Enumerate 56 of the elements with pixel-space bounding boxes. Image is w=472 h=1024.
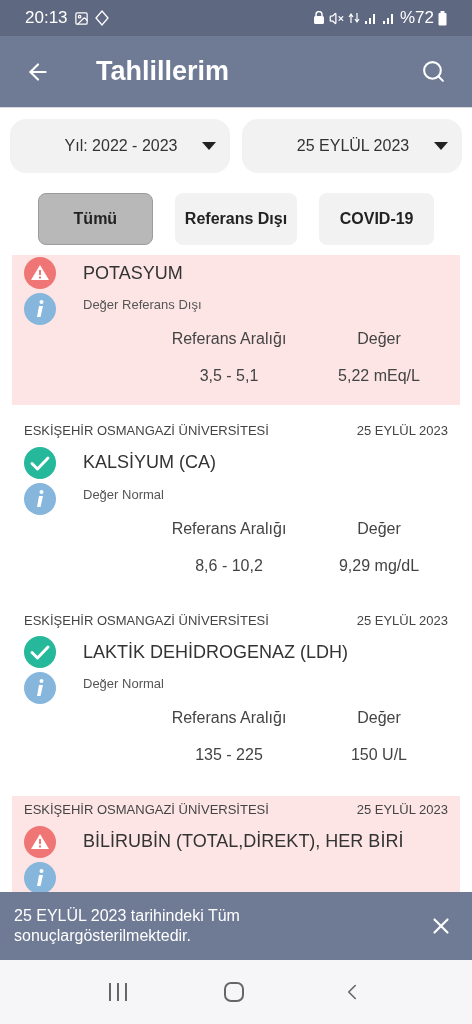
info-icon[interactable] — [24, 672, 56, 704]
reference-range: 8,6 - 10,2 — [194, 555, 264, 576]
result-value: 5,22 mEq/L — [337, 366, 421, 386]
lock-icon — [312, 11, 325, 25]
home-icon[interactable] — [223, 981, 245, 1003]
reference-range: 135 - 225 — [194, 745, 264, 765]
recent-apps-icon[interactable] — [107, 981, 129, 1003]
result-status: Değer Normal — [83, 675, 165, 694]
result-status: Değer Referans Dışı — [83, 296, 203, 315]
column-header: Referans Aralığı — [170, 329, 288, 349]
image-icon — [73, 10, 89, 26]
institution-name: ESKİŞEHİR OSMANGAZİ ÜNİVERSİTESİ — [24, 801, 269, 819]
signal-icon — [381, 12, 396, 24]
column-header: Referans Aralığı — [170, 518, 288, 539]
filter-tab[interactable]: COVID-19 — [319, 193, 435, 245]
column-header: Değer — [356, 329, 402, 349]
test-name: LAKTİK DEHİDROGENAZ (LDH) — [83, 640, 350, 664]
test-name: KALSİYUM (CA) — [83, 451, 218, 474]
test-name: POTASYUM — [83, 261, 184, 285]
warning-icon — [24, 825, 56, 858]
result-value: 9,29 mg/dL — [337, 555, 421, 576]
result-value: 150 U/L — [349, 745, 408, 765]
info-icon[interactable] — [24, 482, 56, 515]
warning-icon — [24, 257, 56, 289]
institution-name: ESKİŞEHİR OSMANGAZİ ÜNİVERSİTESİ — [24, 611, 269, 630]
dropdown-caret-icon — [202, 142, 216, 150]
column-header: Değer — [356, 518, 402, 539]
screen-title: Tahlillerim — [96, 55, 231, 89]
mute-icon — [328, 10, 344, 26]
test-name: BİLİRUBİN (TOTAL,DİREKT), HER BİRİ — [83, 830, 405, 853]
reference-range: 3,5 - 5,1 — [198, 366, 260, 386]
check-icon — [24, 446, 56, 479]
battery-icon — [438, 10, 447, 26]
clock-time: 20:13 — [25, 7, 68, 30]
result-card[interactable]: ESKİŞEHİR OSMANGAZİ ÜNİVERSİTESİ 25 EYLÜL 2023 BİLİRUBİN (TOTAL,DİREKT), HER BİRİ — [12, 796, 460, 892]
snackbar-message: 25 EYLÜL 2023 tarihindeki Tüm sonuçlargösterilmektedir. — [14, 906, 241, 946]
column-header: Değer — [356, 708, 402, 728]
column-header: Referans Aralığı — [170, 708, 288, 728]
data-arrows-icon — [347, 12, 360, 24]
info-icon[interactable] — [24, 861, 56, 892]
dropdown-field[interactable]: Yıl: 2022 - 2023 — [10, 119, 230, 173]
search-icon — [420, 59, 446, 84]
battery-percent: %72 — [399, 7, 434, 30]
result-date: 25 EYLÜL 2023 — [356, 611, 448, 630]
institution-name: ESKİŞEHİR OSMANGAZİ ÜNİVERSİTESİ — [24, 422, 269, 440]
info-icon[interactable] — [24, 293, 56, 325]
result-card[interactable]: POTASYUM Değer Referans Dışı Referans Aralığı Değer 3,5 - 5,1 5,22 mEq/L — [12, 255, 460, 405]
filter-tab[interactable]: Referans Dışı — [174, 193, 298, 245]
result-date: 25 EYLÜL 2023 — [356, 801, 448, 819]
signal-icon — [363, 12, 378, 24]
dropdown-field[interactable]: 25 EYLÜL 2023 — [242, 119, 462, 173]
dropdown-caret-icon — [434, 142, 448, 150]
result-date: 25 EYLÜL 2023 — [356, 422, 448, 440]
check-icon — [24, 636, 56, 668]
filter-tab[interactable]: Tümü — [37, 193, 153, 245]
result-status: Değer Normal — [83, 485, 165, 504]
